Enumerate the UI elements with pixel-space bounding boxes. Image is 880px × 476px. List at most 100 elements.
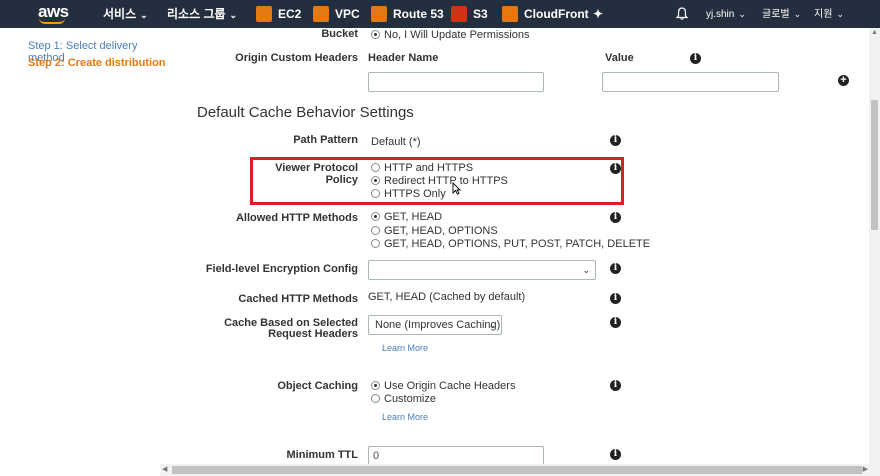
radio-selected[interactable] (371, 211, 380, 221)
resource-groups-menu[interactable]: 리소스 그룹 ⌄ (167, 0, 237, 28)
path-pattern-value: Default (*) (371, 136, 421, 148)
radio-unselected[interactable] (371, 162, 380, 172)
info-icon[interactable]: i (690, 53, 701, 64)
info-icon[interactable]: i (610, 263, 621, 274)
top-nav: aws 서비스 ⌄ 리소스 그룹 ⌄ EC2 VPC Route 53 S3 Clo… (0, 0, 880, 28)
cache-headers-select[interactable]: None (Improves Caching) ⌄ (368, 315, 502, 335)
info-icon[interactable]: i (610, 317, 621, 328)
services-label: 서비스 (103, 7, 137, 21)
header-name-input[interactable] (368, 72, 544, 92)
shortcut-label: VPC (335, 7, 360, 21)
allowed-methods-label: Allowed HTTP Methods (235, 212, 358, 224)
resource-groups-label: 리소스 그룹 (167, 7, 226, 21)
shortcut-label: CloudFront (524, 7, 589, 21)
chevron-down-icon: ⌄ (582, 265, 590, 275)
cloudfront-icon (502, 5, 518, 22)
support-label: 지원 (814, 9, 833, 20)
shortcut-s3[interactable]: S3 (451, 0, 488, 28)
viewer-protocol-option-2[interactable]: Redirect HTTP to HTTPS (371, 175, 508, 187)
value-column: Value (605, 52, 634, 64)
shortcut-ec2[interactable]: EC2 (256, 0, 301, 28)
radio-unselected[interactable] (371, 188, 380, 198)
ec2-icon (256, 5, 272, 22)
user-label: yj.shin (706, 9, 735, 20)
object-caching-label: Object Caching (277, 380, 358, 392)
object-caching-option-1[interactable]: Use Origin Cache Headers (371, 380, 515, 392)
allowed-methods-option-3[interactable]: GET, HEAD, OPTIONS, PUT, POST, PATCH, DE… (371, 238, 650, 250)
object-caching-option-2[interactable]: Customize (371, 393, 436, 405)
shortcut-route53[interactable]: Route 53 (371, 0, 444, 28)
radio-unselected[interactable] (371, 225, 380, 235)
option-label: GET, HEAD, OPTIONS, PUT, POST, PATCH, DE… (384, 238, 651, 250)
field-encryption-select[interactable]: ⌄ (368, 260, 596, 280)
allowed-methods-option-2[interactable]: GET, HEAD, OPTIONS (371, 225, 498, 237)
path-pattern-label: Path Pattern (293, 134, 358, 146)
option-label: HTTP and HTTPS (384, 162, 474, 174)
bell-icon[interactable] (676, 7, 688, 20)
shortcut-label: Route 53 (393, 7, 444, 21)
horizontal-scrollbar[interactable]: ◀ ▶ (160, 464, 880, 476)
option-label: Redirect HTTP to HTTPS (384, 175, 508, 187)
option-label: HTTPS Only (384, 188, 446, 200)
region-menu[interactable]: 글로벌 ⌄ (762, 0, 801, 28)
support-menu[interactable]: 지원 ⌄ (814, 0, 844, 28)
header-value-input[interactable] (602, 72, 779, 92)
info-icon[interactable]: i (610, 163, 621, 174)
chevron-down-icon: ⌄ (488, 320, 496, 330)
services-menu[interactable]: 서비스 ⌄ (103, 0, 148, 28)
option-label: Customize (384, 393, 436, 405)
aws-logo[interactable]: aws (36, 2, 72, 25)
shortcut-vpc[interactable]: VPC (313, 0, 360, 28)
chevron-down-icon: ⌄ (836, 9, 844, 19)
cached-methods-label: Cached HTTP Methods (238, 293, 358, 305)
radio-unselected[interactable] (371, 238, 380, 248)
radio-selected[interactable] (371, 380, 380, 390)
scrollbar-thumb[interactable] (871, 100, 878, 230)
radio-selected[interactable] (371, 175, 380, 185)
chevron-down-icon: ⌄ (140, 10, 148, 20)
cache-headers-label-line2: Request Headers (268, 328, 358, 340)
scrollbar-thumb[interactable] (172, 466, 862, 474)
option-label: GET, HEAD, OPTIONS (384, 225, 498, 237)
min-ttl-input[interactable]: 0 (368, 446, 544, 466)
min-ttl-label: Minimum TTL (286, 449, 359, 461)
info-icon[interactable]: i (610, 212, 621, 223)
add-header-icon[interactable]: + (838, 75, 849, 86)
bucket-option-label: No, I Will Update Permissions (384, 29, 530, 41)
header-name-column: Header Name (368, 52, 439, 64)
info-icon[interactable]: i (610, 449, 621, 460)
shortcut-cloudfront[interactable]: CloudFront (502, 0, 589, 28)
wizard-steps: Step 1: Select delivery method Step 2: C… (0, 28, 175, 476)
bucket-label: Bucket (321, 28, 358, 40)
pin-icon[interactable]: ✦ (593, 0, 603, 28)
viewer-protocol-option-1[interactable]: HTTP and HTTPS (371, 162, 473, 174)
learn-more-link[interactable]: Learn More (382, 412, 428, 422)
info-icon[interactable]: i (610, 135, 621, 146)
scroll-right-icon[interactable]: ▶ (863, 465, 868, 473)
input-value: 0 (373, 450, 380, 462)
option-label: Use Origin Cache Headers (384, 380, 516, 392)
viewer-protocol-label: Viewer Protocol Policy (275, 162, 358, 186)
radio-unselected[interactable] (371, 393, 380, 403)
info-icon[interactable]: i (610, 380, 621, 391)
chevron-down-icon: ⌄ (793, 9, 802, 19)
section-title: Default Cache Behavior Settings (197, 104, 414, 121)
cached-methods-value: GET, HEAD (Cached by default) (368, 291, 526, 303)
origin-headers-label: Origin Custom Headers (235, 52, 358, 64)
chevron-down-icon: ⌄ (229, 10, 238, 20)
radio-selected[interactable] (371, 29, 380, 39)
scroll-left-icon[interactable]: ◀ (162, 465, 167, 473)
aws-smile-icon (39, 18, 65, 24)
viewer-protocol-option-3[interactable]: HTTPS Only (371, 188, 446, 200)
field-encryption-label: Field-level Encryption Config (205, 263, 358, 275)
user-menu[interactable]: yj.shin ⌄ (706, 0, 746, 28)
option-label: GET, HEAD (384, 211, 443, 223)
scroll-up-icon[interactable]: ▲ (871, 29, 878, 36)
allowed-methods-option-1[interactable]: GET, HEAD (371, 211, 442, 223)
shortcut-label: S3 (473, 7, 488, 21)
vertical-scrollbar[interactable]: ▲ (869, 28, 880, 464)
info-icon[interactable]: i (610, 293, 621, 304)
learn-more-link[interactable]: Learn More (382, 343, 428, 353)
select-value: None (Improves Caching) (375, 319, 501, 331)
bucket-option[interactable]: No, I Will Update Permissions (371, 29, 530, 41)
